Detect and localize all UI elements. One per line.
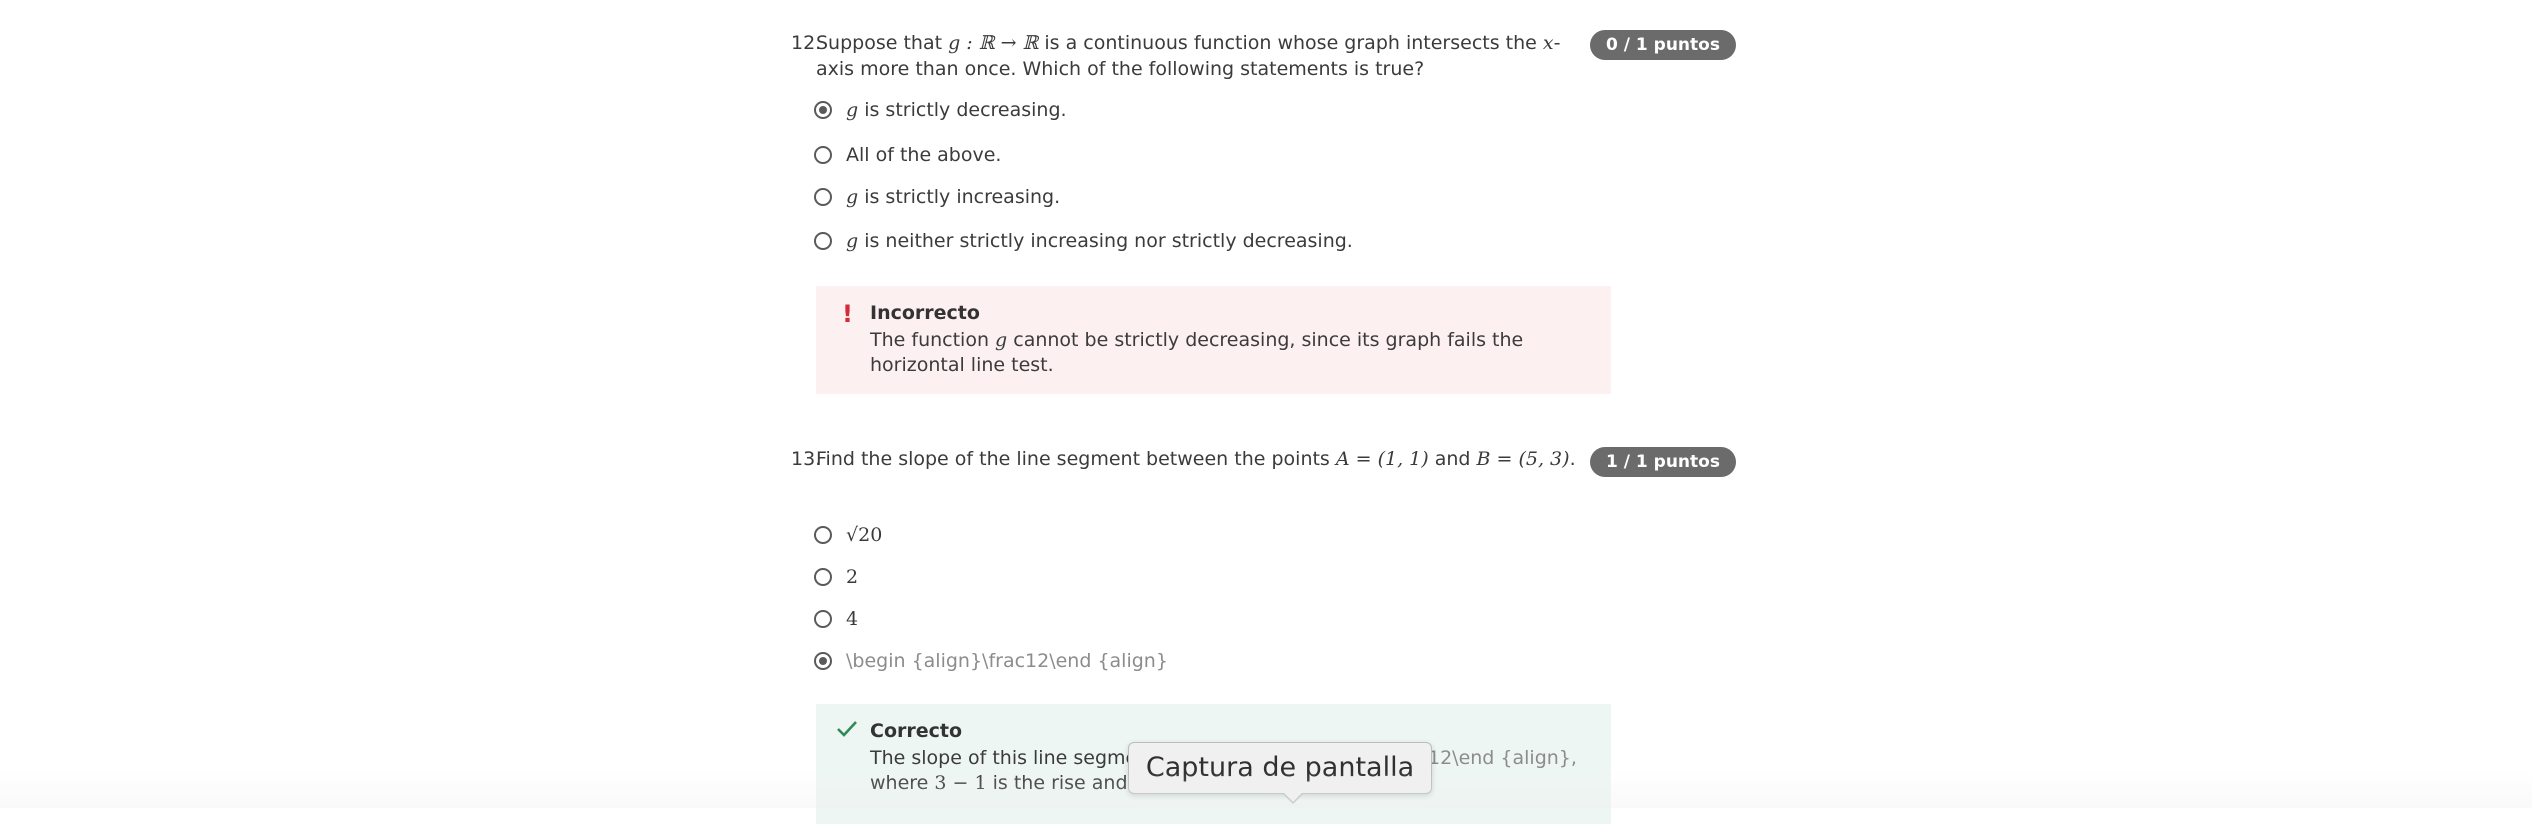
option-label: √20 xyxy=(846,524,883,546)
answer-option[interactable]: 4 xyxy=(814,606,858,632)
option-label: 2 xyxy=(846,566,859,588)
answer-option[interactable]: √20 xyxy=(814,522,882,548)
option-label: g is strictly decreasing. xyxy=(846,99,1067,121)
tooltip-arrow-inner xyxy=(1283,792,1303,802)
answer-option[interactable]: All of the above. xyxy=(814,142,1001,168)
math-expression: A = (1, 1) xyxy=(1335,448,1429,470)
exclamation-icon: ! xyxy=(842,300,853,328)
feedback-text: The function g cannot be strictly decrea… xyxy=(870,329,1524,376)
option-label: All of the above. xyxy=(846,144,1002,166)
radio-button[interactable] xyxy=(814,232,832,250)
answer-option[interactable]: g is strictly decreasing. xyxy=(814,97,1067,123)
answer-option[interactable]: \begin {align}\frac12\end {align} xyxy=(814,648,1168,674)
question-text: Suppose that g : ℝ → ℝ is a continuous f… xyxy=(816,30,1572,82)
radio-button[interactable] xyxy=(814,610,832,628)
radio-button[interactable] xyxy=(814,568,832,586)
question-text: Find the slope of the line segment betwe… xyxy=(816,448,1576,470)
check-icon xyxy=(836,718,858,746)
radio-button[interactable] xyxy=(814,526,832,544)
option-label: g is neither strictly increasing nor str… xyxy=(846,230,1353,252)
score-badge: 0 / 1 puntos xyxy=(1590,30,1736,60)
question-text-part: Suppose that xyxy=(816,32,949,54)
screenshot-tooltip: Captura de pantalla xyxy=(1128,742,1432,794)
answer-option[interactable]: g is neither strictly increasing nor str… xyxy=(814,228,1353,254)
answer-option[interactable]: 2 xyxy=(814,564,858,590)
radio-button-selected[interactable] xyxy=(814,101,832,119)
radio-button[interactable] xyxy=(814,188,832,206)
question-text-part: is a continuous function whose graph int… xyxy=(1038,32,1543,54)
option-label: g is strictly increasing. xyxy=(846,186,1061,208)
option-label: \begin {align}\frac12\end {align} xyxy=(846,650,1168,672)
feedback-title: Correcto xyxy=(870,720,963,742)
radio-button-selected[interactable] xyxy=(814,652,832,670)
option-label: 4 xyxy=(846,608,859,630)
feedback-incorrect: ! Incorrecto The function g cannot be st… xyxy=(816,286,1611,394)
math-variable: x xyxy=(1542,32,1554,54)
feedback-title: Incorrecto xyxy=(870,302,980,324)
math-expression: g : ℝ → ℝ xyxy=(948,32,1039,54)
radio-button[interactable] xyxy=(814,146,832,164)
score-badge: 1 / 1 puntos xyxy=(1590,447,1736,477)
answer-option[interactable]: g is strictly increasing. xyxy=(814,184,1060,210)
math-expression: B = (5, 3) xyxy=(1476,448,1570,470)
